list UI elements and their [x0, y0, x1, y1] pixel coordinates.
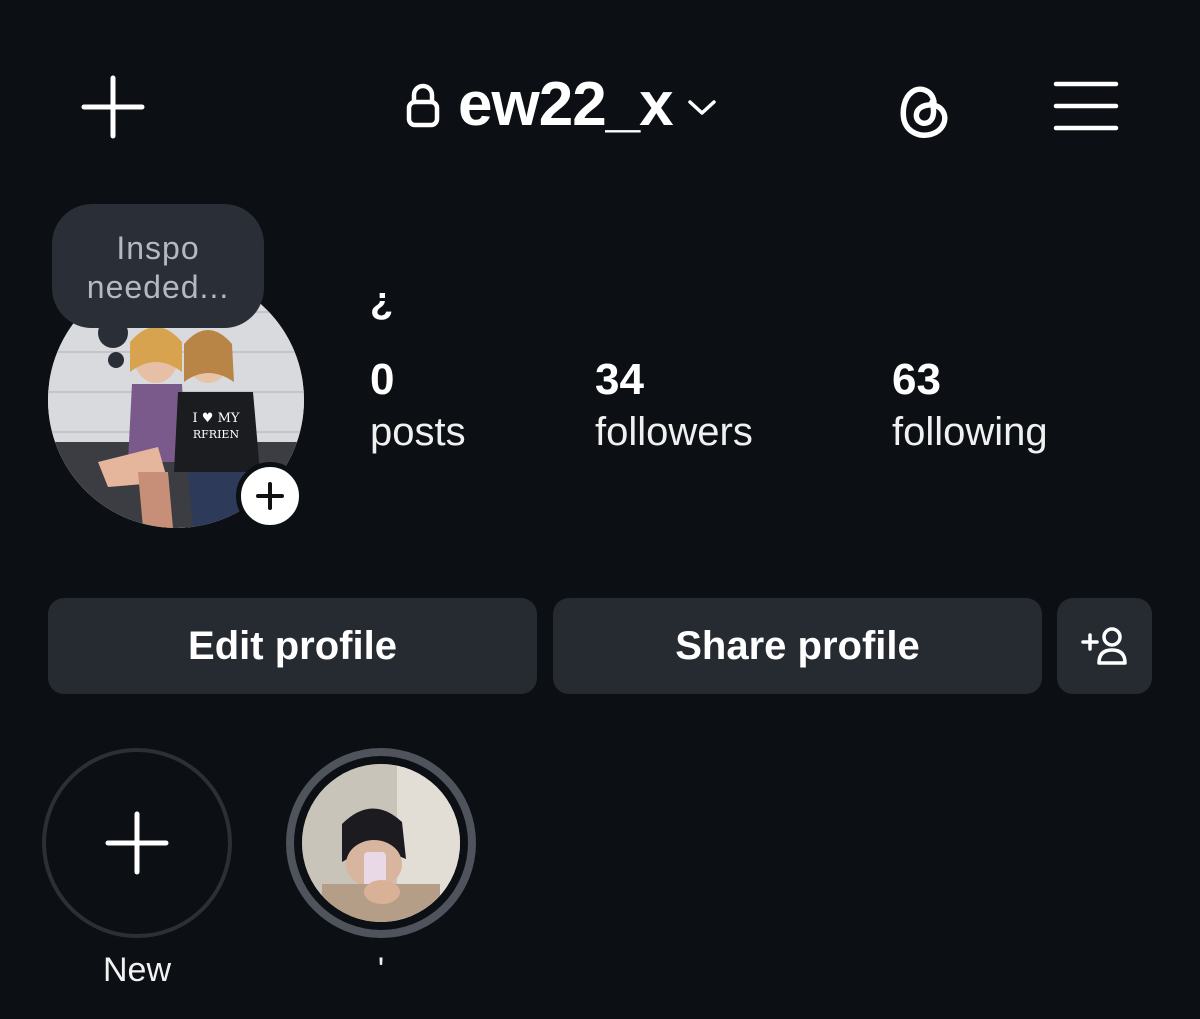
create-post-button[interactable] [80, 74, 146, 140]
plus-icon [105, 811, 169, 875]
posts-count: 0 [370, 355, 395, 404]
display-name: ¿ [370, 280, 394, 322]
plus-icon [256, 482, 284, 510]
chevron-down-icon [687, 100, 716, 115]
note-text-line1: Inspo [116, 230, 200, 266]
followers-stat[interactable]: 34 followers [595, 354, 753, 458]
discover-people-button[interactable] [1057, 598, 1152, 694]
share-profile-label: Share profile [675, 623, 920, 668]
threads-icon [900, 86, 948, 138]
share-profile-button[interactable]: Share profile [553, 598, 1042, 694]
plus-icon [81, 75, 145, 139]
following-label: following [892, 410, 1048, 454]
posts-label: posts [370, 410, 466, 454]
highlight-label: ' [377, 951, 385, 989]
highlight-cover [302, 764, 460, 922]
new-highlight[interactable]: New [42, 748, 232, 990]
followers-count: 34 [595, 355, 644, 404]
highlight-label: New [102, 951, 172, 989]
followers-label: followers [595, 410, 753, 454]
account-switcher[interactable]: ew22_x [406, 70, 717, 140]
note-bubble-tail [108, 352, 124, 368]
add-person-icon [1080, 627, 1127, 665]
username: ew22_x [458, 70, 674, 139]
edit-profile-label: Edit profile [188, 623, 397, 668]
highlight-ring [286, 748, 476, 938]
svg-text:RFRIEN: RFRIEN [193, 428, 240, 441]
edit-profile-button[interactable]: Edit profile [48, 598, 537, 694]
profile-page: ew22_x I ♥ MY RFRIEN Inspo needed... ¿ 0… [0, 0, 1200, 1019]
new-highlight-circle [42, 748, 232, 938]
lock-icon [406, 83, 440, 128]
menu-button[interactable] [1052, 78, 1120, 134]
note-bubble[interactable]: Inspo needed... [52, 204, 264, 328]
svg-text:I ♥ MY: I ♥ MY [193, 411, 240, 426]
note-text-line2: needed... [86, 269, 230, 305]
following-count: 63 [892, 355, 941, 404]
posts-stat[interactable]: 0 posts [370, 354, 466, 458]
story-highlight[interactable]: ' [286, 748, 476, 990]
threads-button[interactable] [890, 76, 956, 142]
following-stat[interactable]: 63 following [892, 354, 1048, 458]
add-story-button[interactable] [236, 462, 304, 530]
hamburger-menu-icon [1053, 81, 1119, 131]
